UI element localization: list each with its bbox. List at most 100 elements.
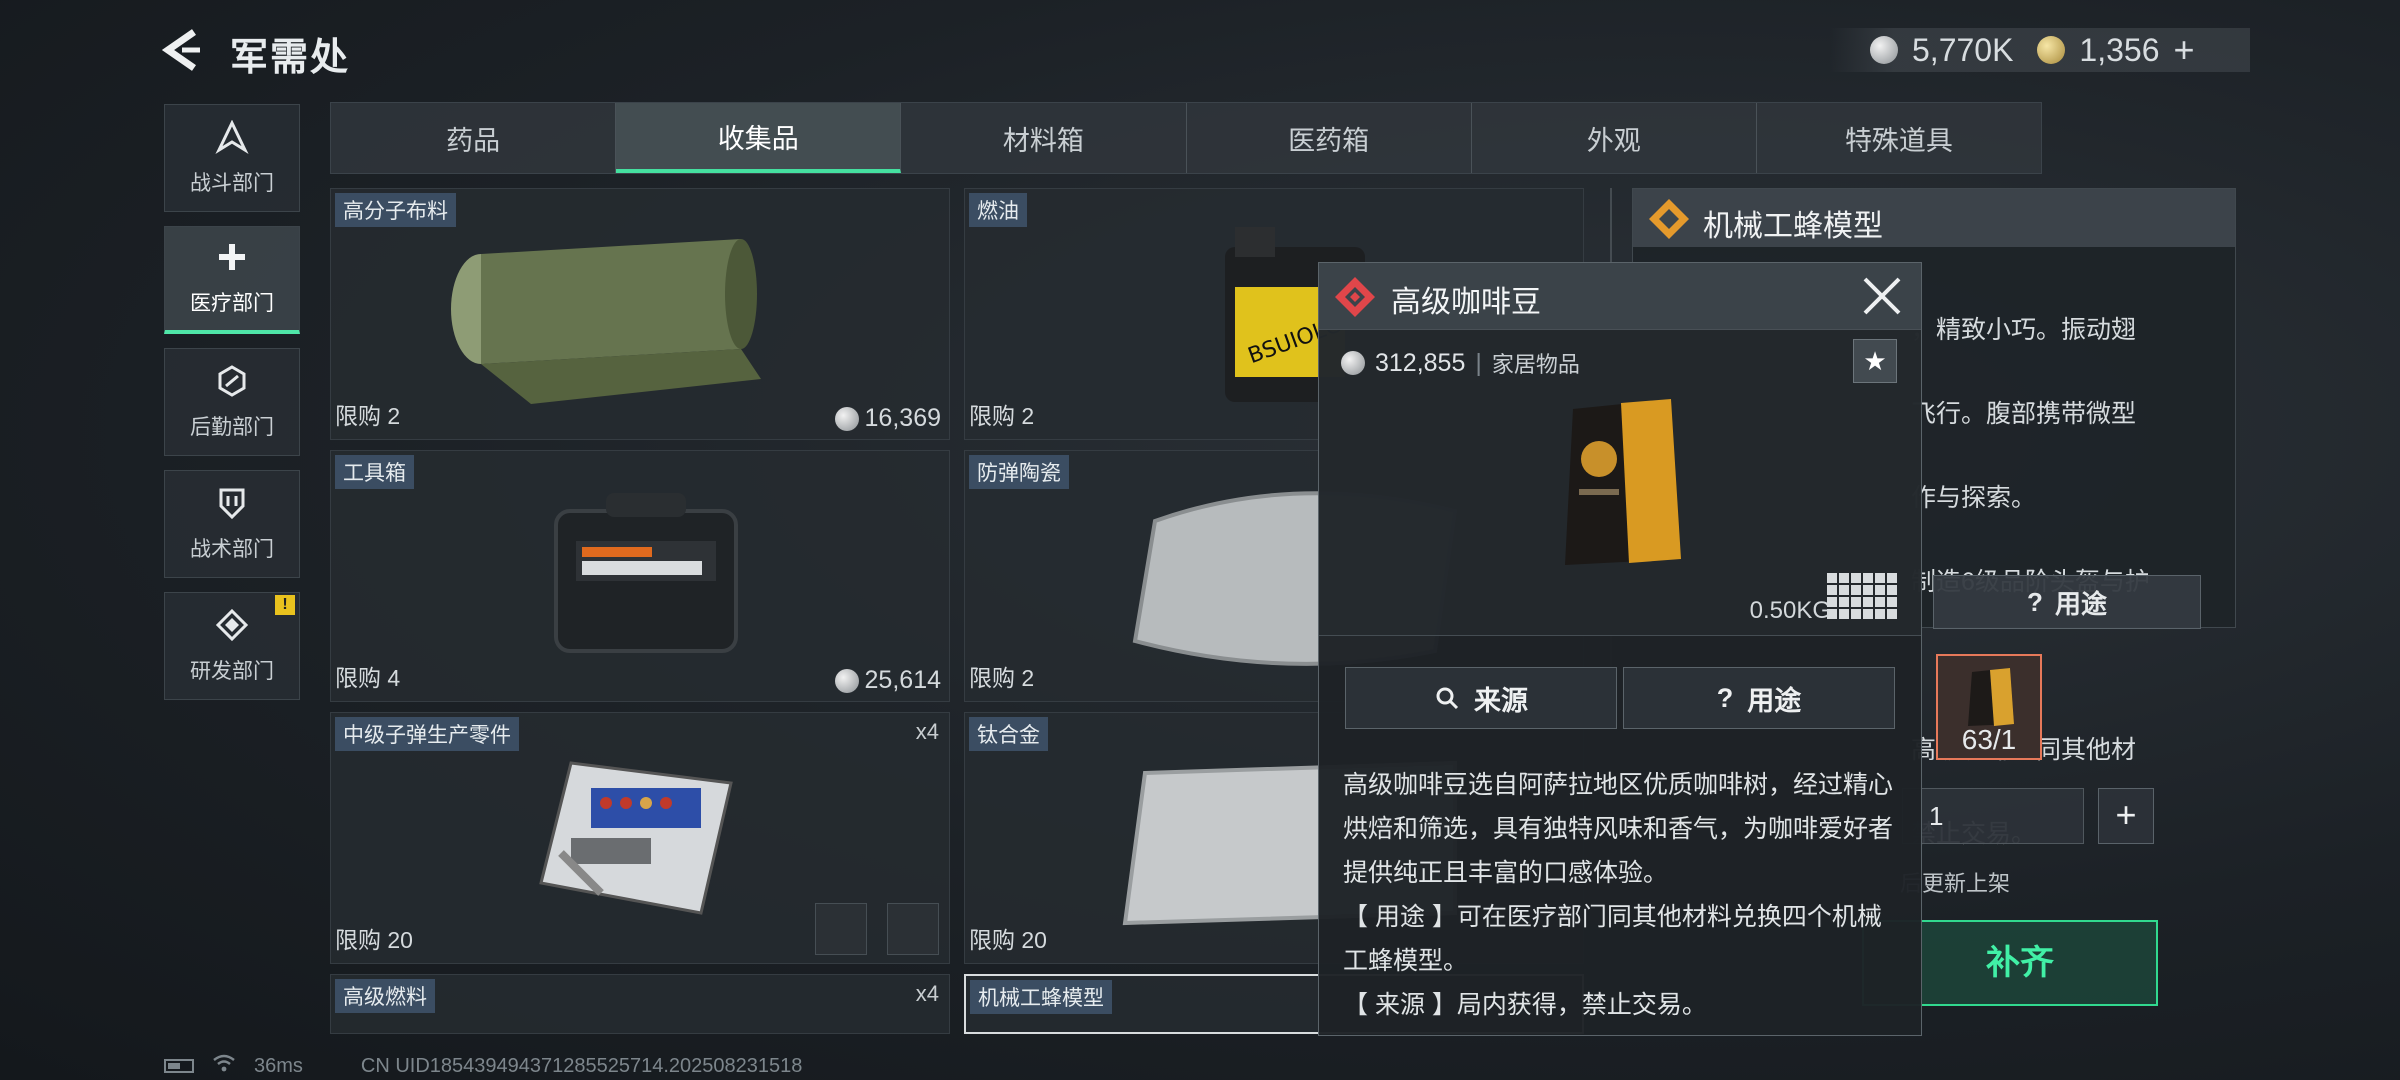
sidebar-item-label: 战术部门: [190, 537, 274, 561]
ping-value: 36ms: [254, 1054, 303, 1077]
detail-title: 机械工蜂模型: [1703, 210, 1883, 243]
item-rarity-icon: [1649, 199, 1689, 239]
item-name: 机械工蜂模型: [970, 980, 1112, 1014]
tab-special-items[interactable]: 特殊道具: [1757, 103, 2041, 173]
popup-price: 312,855: [1375, 348, 1466, 377]
sidebar-item-label: 研发部门: [190, 659, 274, 683]
popup-category: 家居物品: [1491, 352, 1580, 377]
silver-coin-icon: [834, 668, 859, 693]
tab-appearance[interactable]: 外观: [1472, 103, 1757, 173]
status-footer: 36ms CN UID185439494371285525714.2025082…: [164, 1054, 802, 1078]
usage-button[interactable]: ? 用途: [1623, 667, 1895, 729]
gold-amount: 1,356: [2079, 31, 2160, 68]
tab-material-box[interactable]: 材料箱: [901, 103, 1187, 173]
item-card-bullet-parts[interactable]: 中级子弹生产零件 x4 限购 20: [330, 712, 950, 964]
item-name: 防弹陶瓷: [969, 455, 1069, 489]
popup-weight: 0.50KG: [1749, 597, 1831, 624]
required-material-thumb[interactable]: 63/1: [1936, 654, 2042, 760]
description-paragraph: 高级咖啡豆选自阿萨拉地区优质咖啡树，经过精心烘焙和筛选，具有独特风味和香气，为咖…: [1343, 771, 1894, 887]
back-button[interactable]: [160, 28, 210, 72]
search-icon: [1436, 687, 1459, 710]
material-count: 63/1: [1961, 724, 2017, 755]
battery-icon: [164, 1059, 194, 1073]
question-icon: ?: [1716, 682, 1734, 713]
popup-description: 高级咖啡豆选自阿萨拉地区优质咖啡树，经过精心烘焙和筛选，具有独特风味和香气，为咖…: [1343, 763, 1903, 1027]
popup-price-row: 312,855 | 家居物品: [1341, 347, 1580, 379]
purchase-limit: 限购 2: [969, 665, 1035, 691]
sidebar-item-label: 战斗部门: [190, 171, 274, 195]
sidebar-item-combat[interactable]: 战斗部门: [164, 104, 300, 212]
category-tabs: 药品 收集品 材料箱 医药箱 外观 特殊道具: [330, 102, 2042, 174]
popup-header: 高级咖啡豆: [1319, 263, 1921, 330]
silver-coin-icon: [1870, 36, 1898, 64]
source-paragraph: 【 来源 】局内获得，禁止交易。: [1343, 991, 1707, 1019]
usage-label: 用途: [2054, 588, 2107, 619]
item-quantity: x4: [915, 981, 939, 1006]
add-currency-button[interactable]: +: [2174, 29, 2195, 71]
fabric-roll-image: [451, 239, 761, 404]
purchase-limit: 限购 20: [335, 927, 413, 953]
uid-text: CN UID185439494371285525714.202508231518: [360, 1054, 803, 1077]
logistics-icon: [215, 364, 249, 403]
item-price: 25,614: [834, 666, 941, 695]
combat-icon: [215, 119, 249, 159]
sidebar-item-logistics[interactable]: 后勤部门: [164, 348, 300, 456]
purchase-limit: 限购 4: [335, 665, 401, 691]
favorite-star-button[interactable]: ★: [1853, 339, 1897, 383]
silver-coin-icon: [1341, 351, 1365, 375]
item-card-polymer-fabric[interactable]: 高分子布料 限购 2 16,369: [330, 188, 950, 440]
tab-medical-kit[interactable]: 医药箱: [1187, 103, 1472, 173]
item-name: 钛合金: [969, 717, 1048, 751]
silver-coin-icon: [834, 406, 859, 431]
toolbox-image: [554, 493, 738, 653]
separator: |: [1475, 348, 1482, 377]
quantity-plus-button[interactable]: +: [2098, 788, 2154, 844]
item-name: 燃油: [969, 193, 1027, 227]
shield-icon: [215, 486, 249, 525]
price-value: 16,369: [864, 404, 941, 432]
tab-collectibles[interactable]: 收集品: [616, 103, 902, 173]
source-button[interactable]: 来源: [1345, 667, 1617, 729]
quantity-field[interactable]: 1: [1902, 788, 2084, 844]
medical-cross-icon: [215, 240, 249, 279]
detail-usage-button[interactable]: ? 用途: [1933, 575, 2201, 629]
detail-line: 飞行。腹部携带微型: [1911, 400, 2137, 428]
material-thumb-2: [887, 903, 939, 955]
item-name: 高分子布料: [335, 193, 456, 227]
page-title: 军需处: [230, 37, 351, 79]
coffee-bean-bag-image: [1565, 399, 1681, 565]
purchase-limit: 限购 2: [335, 403, 401, 429]
sidebar-item-research[interactable]: ! 研发部门: [164, 592, 300, 700]
coffee-bag-thumb-image: [1968, 668, 2014, 726]
bullet-parts-image: [539, 761, 733, 915]
purchase-limit: 限购 20: [969, 927, 1047, 953]
item-card-advanced-fuel[interactable]: 高级燃料 x4: [330, 974, 950, 1034]
grid-size-icon: [1827, 573, 1897, 619]
usage-paragraph: 【 用途 】可在医疗部门同其他材料兑换四个机械工蜂模型。: [1343, 903, 1882, 975]
price-value: 25,614: [864, 666, 941, 694]
item-card-toolbox[interactable]: 工具箱 限购 4 25,614: [330, 450, 950, 702]
item-name: 中级子弹生产零件: [335, 717, 519, 751]
sidebar-item-label: 医疗部门: [190, 292, 274, 315]
detail-line: ，精致小巧。振动翅: [1911, 316, 2137, 344]
item-name: 工具箱: [335, 455, 414, 489]
item-rarity-icon: [1335, 277, 1375, 317]
detail-header: 机械工蜂模型: [1633, 189, 2235, 247]
warning-badge: !: [275, 595, 295, 615]
currency-bar: 5,770K 1,356 +: [1830, 28, 2250, 72]
sidebar-item-medical[interactable]: 医疗部门: [164, 226, 300, 334]
popup-title: 高级咖啡豆: [1391, 286, 1541, 319]
question-icon: ?: [2027, 586, 2043, 617]
sidebar-item-label: 后勤部门: [190, 415, 274, 439]
usage-label: 用途: [1747, 685, 1802, 716]
item-info-popup: 高级咖啡豆 312,855 | 家居物品 ★ 0.50KG 来源 ? 用途 高级…: [1318, 262, 1922, 1036]
research-icon: [215, 608, 249, 647]
tab-medicine[interactable]: 药品: [331, 103, 617, 173]
sidebar-item-tactical[interactable]: 战术部门: [164, 470, 300, 578]
detail-line: 作与探索。: [1911, 484, 2037, 512]
close-icon[interactable]: [1859, 273, 1905, 319]
item-quantity: x4: [915, 719, 939, 744]
wifi-icon: [212, 1054, 236, 1078]
item-name: 高级燃料: [335, 979, 435, 1013]
gold-coin-icon: [2037, 36, 2066, 64]
